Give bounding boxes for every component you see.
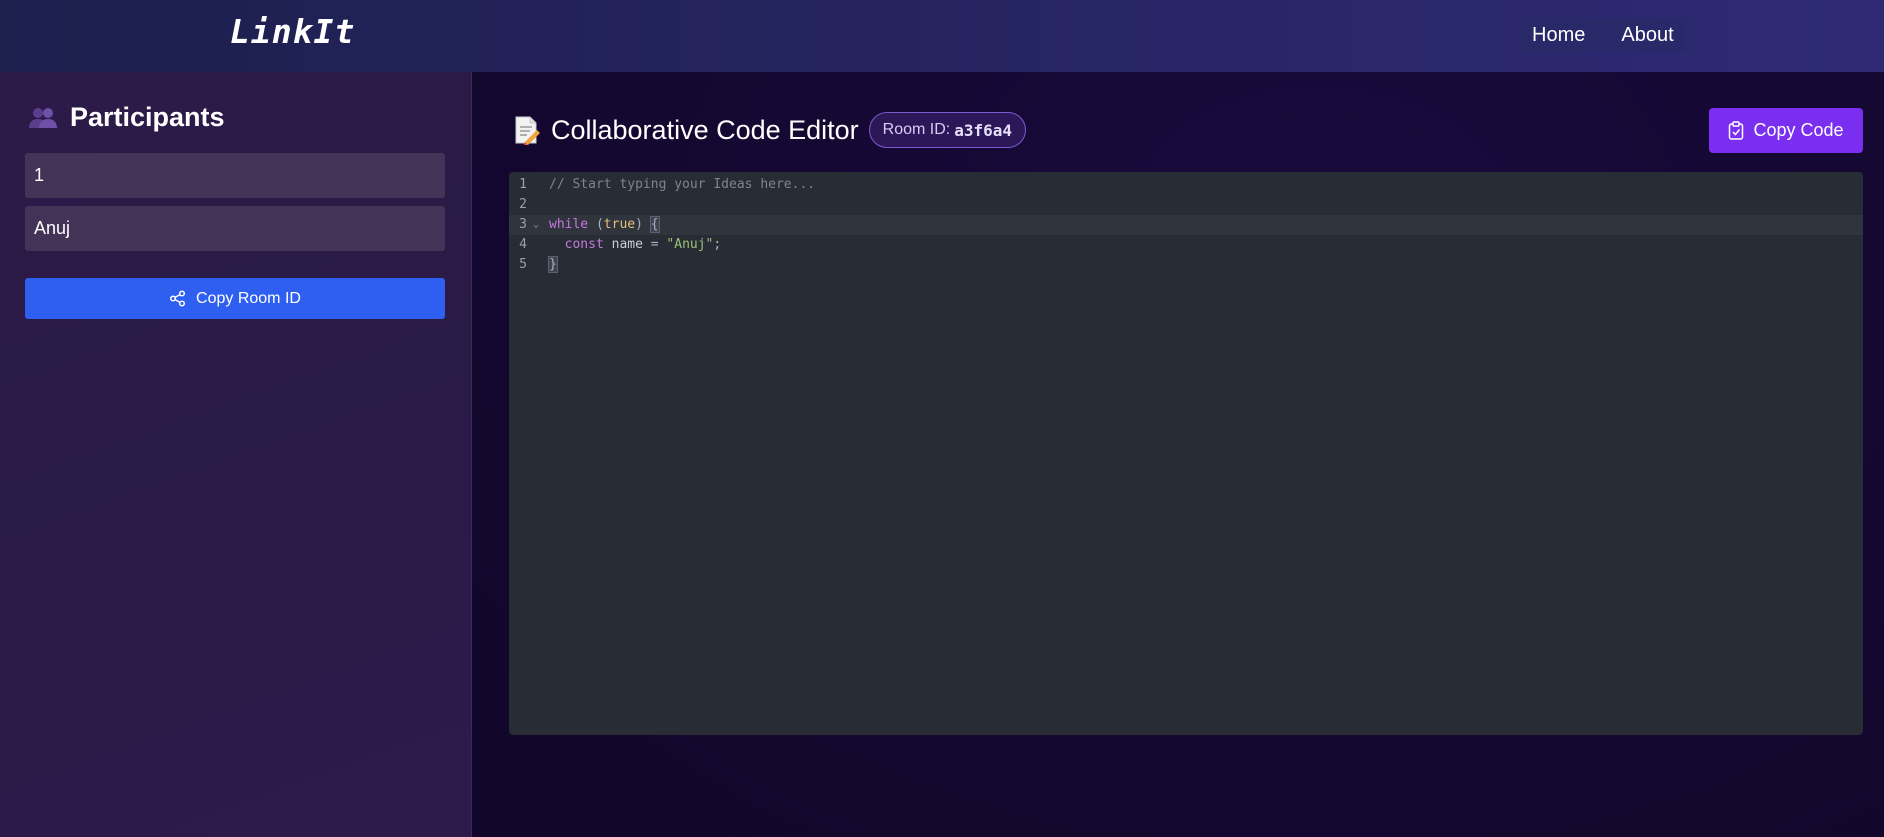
code-keyword: while [549,217,589,232]
nav-link-home[interactable]: Home [1520,18,1597,52]
editor-title: Collaborative Code Editor [551,114,859,145]
line-number: 5 [519,257,527,272]
clipboard-icon [1728,121,1744,140]
nav-links: Home About [1520,18,1686,52]
code-string: "Anuj" [666,237,714,252]
participant-item: 1 [25,153,445,198]
code-line[interactable]: 4 const name = "Anuj"; [509,235,1863,255]
editor-area: Collaborative Code Editor Room ID: a3f6a… [473,72,1884,837]
editor-header: Collaborative Code Editor Room ID: a3f6a… [513,112,1027,148]
line-number: 2 [519,197,527,212]
code-paren: ( [595,217,604,232]
participants-heading: Participants [28,102,225,133]
document-icon [513,115,541,145]
code-brace: } [548,256,558,273]
room-id-label: Room ID: [882,121,951,138]
participants-title: Participants [70,102,225,132]
code-line[interactable]: 5 } [509,255,1863,275]
copy-room-id-button[interactable]: Copy Room ID [25,278,445,319]
code-boolean: true [603,217,636,232]
code-comment: // Start typing your Ideas here... [549,177,816,192]
code-semicolon: ; [713,237,722,252]
line-number: 3 [519,217,527,232]
code-line[interactable]: 2 [509,195,1863,215]
code-brace: { [649,216,660,233]
room-id-value: a3f6a4 [954,120,1013,140]
copy-code-button[interactable]: Copy Code [1709,108,1863,153]
participant-item: Anuj [25,206,445,251]
line-number: 1 [519,177,527,192]
line-content[interactable]: while (true) { [549,215,660,235]
fold-chevron-icon[interactable]: ⌄ [533,215,539,235]
top-navbar: LinkIt Home About [0,0,1884,72]
code-line[interactable]: 1 // Start typing your Ideas here... [509,175,1863,195]
code-paren: ) [635,217,651,232]
participants-sidebar: Participants 1 Anuj Copy Room ID [0,72,472,837]
line-number: 4 [519,237,527,252]
code-line-active[interactable]: 3 ⌄ while (true) { [509,215,1863,235]
code-operator: = [650,237,667,252]
app-logo[interactable]: LinkIt [230,12,355,51]
line-content[interactable]: const name = "Anuj"; [549,235,722,255]
share-icon [169,290,186,307]
code-variable: name [603,237,651,252]
line-content[interactable]: // Start typing your Ideas here... [549,175,815,195]
room-id-badge: Room ID: a3f6a4 [868,112,1027,148]
code-editor[interactable]: 1 // Start typing your Ideas here... 2 3… [509,172,1863,735]
nav-link-about[interactable]: About [1609,18,1685,52]
people-icon [28,106,58,130]
code-keyword: const [564,237,604,252]
copy-code-label: Copy Code [1753,120,1844,140]
line-content[interactable]: } [548,255,558,275]
copy-room-id-label: Copy Room ID [196,289,301,307]
